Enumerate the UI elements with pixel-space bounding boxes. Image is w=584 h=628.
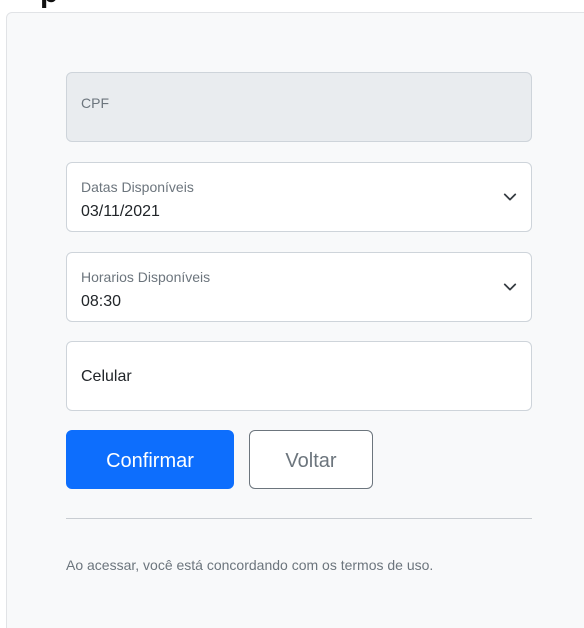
datas-disponiveis-value: 03/11/2021 — [81, 203, 160, 220]
datas-disponiveis-select[interactable]: Datas Disponíveis 03/11/2021 — [66, 162, 532, 232]
celular-input[interactable]: Celular — [66, 341, 532, 411]
horarios-disponiveis-select[interactable]: Horarios Disponíveis 08:30 — [66, 252, 532, 322]
datas-disponiveis-label: Datas Disponíveis — [81, 179, 194, 195]
horarios-disponiveis-label: Horarios Disponíveis — [81, 269, 211, 285]
cpf-label: CPF — [81, 95, 109, 111]
page-heading-cropped: p — [40, 0, 58, 8]
divider — [66, 518, 532, 519]
voltar-button[interactable]: Voltar — [249, 430, 373, 489]
chevron-down-icon — [503, 193, 517, 201]
cpf-field[interactable]: CPF — [66, 72, 532, 142]
chevron-down-icon — [503, 283, 517, 291]
horarios-disponiveis-value: 08:30 — [81, 293, 122, 310]
celular-label: Celular — [81, 368, 132, 385]
page: p CPF Datas Disponíveis 03/11/2021 Horar… — [0, 0, 584, 628]
terms-text: Ao acessar, você está concordando com os… — [66, 557, 434, 573]
confirmar-button[interactable]: Confirmar — [66, 430, 234, 489]
